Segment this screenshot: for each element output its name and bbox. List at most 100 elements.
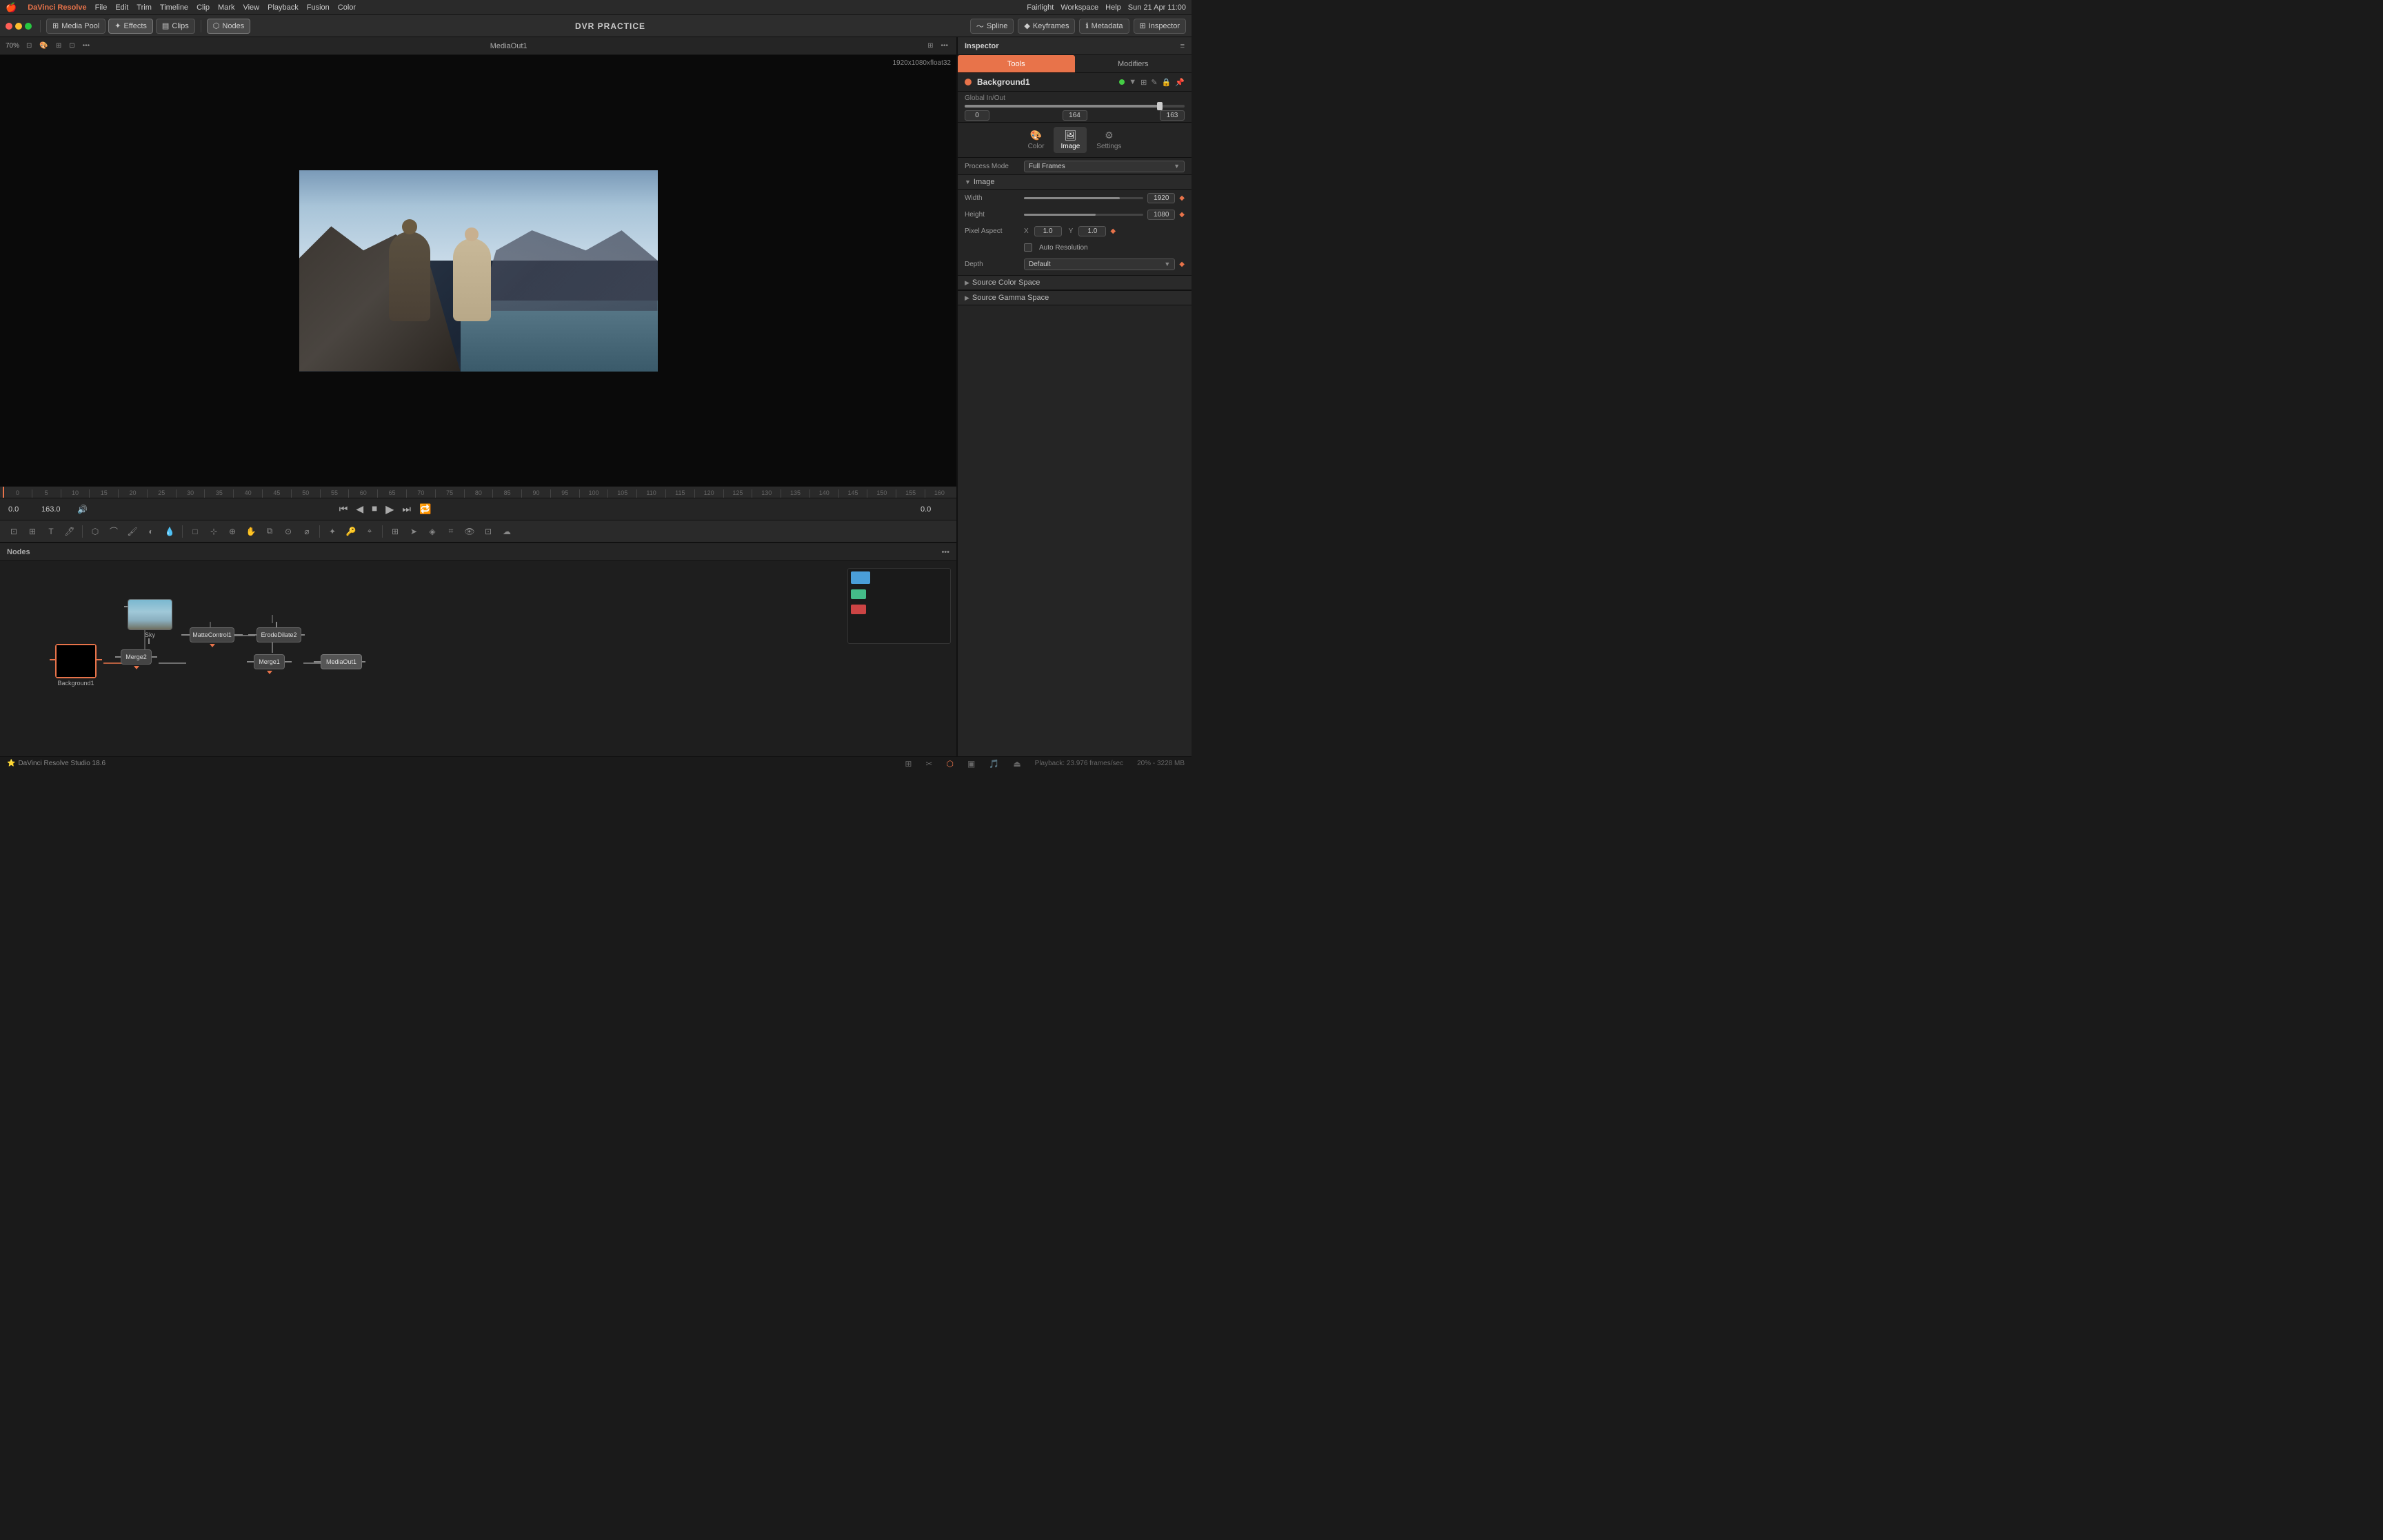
move-tool[interactable]: ⊹ bbox=[205, 523, 222, 540]
process-mode-dropdown[interactable]: Full Frames ▼ bbox=[1024, 161, 1185, 172]
bottom-icon-2[interactable]: ✂ bbox=[925, 759, 932, 769]
close-button[interactable] bbox=[6, 23, 12, 30]
node-mediaout1[interactable]: MediaOut1 bbox=[321, 654, 362, 669]
skip-to-start-button[interactable]: ⏮ bbox=[336, 502, 351, 516]
height-slider[interactable] bbox=[1024, 214, 1143, 216]
paint-tool[interactable]: 🖊 bbox=[61, 523, 78, 540]
particle-tool[interactable]: ✦ bbox=[324, 523, 341, 540]
node-edit-btn[interactable]: ✎ bbox=[1151, 78, 1157, 87]
viewer-more-btn[interactable]: ••• bbox=[80, 38, 93, 54]
width-slider[interactable] bbox=[1024, 197, 1143, 199]
crop-tool[interactable]: ⊡ bbox=[480, 523, 496, 540]
subtab-settings[interactable]: ⚙ Settings bbox=[1089, 127, 1128, 153]
node-sky[interactable]: Sky bbox=[128, 599, 172, 638]
path-tool[interactable]: ⌗ bbox=[443, 523, 459, 540]
step-back-button[interactable]: ◀ bbox=[353, 502, 366, 516]
source-color-header[interactable]: ▶ Source Color Space bbox=[958, 275, 1192, 290]
bottom-icon-4[interactable]: ▣ bbox=[967, 759, 975, 769]
skip-to-end-button[interactable]: ⏭ bbox=[399, 502, 414, 516]
global-val-start[interactable]: 0 bbox=[965, 110, 989, 121]
tracker-tool[interactable]: ⊙ bbox=[280, 523, 296, 540]
menu-view[interactable]: View bbox=[243, 3, 259, 12]
maximize-button[interactable] bbox=[25, 23, 32, 30]
menu-fairlight[interactable]: Fairlight bbox=[1027, 3, 1054, 12]
volume-button[interactable]: 🔊 bbox=[74, 503, 90, 516]
menu-fusion[interactable]: Fusion bbox=[307, 3, 330, 12]
arrow-tool[interactable]: ➤ bbox=[405, 523, 422, 540]
copy-tool[interactable]: ⧉ bbox=[261, 523, 278, 540]
menu-edit[interactable]: Edit bbox=[115, 3, 128, 12]
viewer-more-btn2[interactable]: ••• bbox=[938, 38, 951, 54]
viewer-layout-btn[interactable]: ⊞ bbox=[925, 38, 936, 54]
select-tool[interactable]: ⊡ bbox=[6, 523, 22, 540]
image-section-header[interactable]: ▼ Image bbox=[958, 174, 1192, 190]
play-button[interactable]: ▶ bbox=[383, 501, 396, 518]
polygon-tool[interactable]: ⬡ bbox=[87, 523, 103, 540]
bottom-icon-5[interactable]: 🎵 bbox=[989, 759, 999, 769]
menu-file[interactable]: File bbox=[95, 3, 108, 12]
nodes-more-button[interactable]: ••• bbox=[941, 548, 949, 556]
app-name[interactable]: DaVinci Resolve bbox=[28, 3, 86, 12]
hand-tool[interactable]: ✋ bbox=[243, 523, 259, 540]
width-input[interactable]: 1920 bbox=[1147, 193, 1175, 203]
node-background1[interactable]: Background1 bbox=[55, 644, 97, 687]
node-merge2[interactable]: Merge2 bbox=[121, 649, 152, 669]
menu-mark[interactable]: Mark bbox=[218, 3, 234, 12]
menu-workspace[interactable]: Workspace bbox=[1060, 3, 1098, 12]
eye-tool[interactable]: 👁 bbox=[461, 523, 478, 540]
menu-help[interactable]: Help bbox=[1105, 3, 1121, 12]
menu-trim[interactable]: Trim bbox=[137, 3, 152, 12]
gradient-tool[interactable]: ◐ bbox=[143, 523, 159, 540]
node-copy-btn[interactable]: ⊞ bbox=[1140, 78, 1147, 87]
keyer-tool[interactable]: 🔑 bbox=[343, 523, 359, 540]
viewer-safe-btn[interactable]: ⊡ bbox=[66, 38, 77, 54]
metadata-button[interactable]: ℹ Metadata bbox=[1079, 19, 1129, 34]
pixel-aspect-y[interactable]: 1.0 bbox=[1078, 226, 1106, 236]
brush-tool[interactable]: 🖌 bbox=[124, 523, 141, 540]
bottom-icon-1[interactable]: ⊞ bbox=[905, 759, 912, 769]
subtab-color[interactable]: 🎨 Color bbox=[1021, 127, 1052, 153]
menu-clip[interactable]: Clip bbox=[197, 3, 210, 12]
minimize-button[interactable] bbox=[15, 23, 22, 30]
zoom-tool[interactable]: ⊕ bbox=[224, 523, 241, 540]
env-tool[interactable]: ☁ bbox=[499, 523, 515, 540]
inspector-button[interactable]: ⊞ Inspector bbox=[1134, 19, 1186, 34]
node-merge1[interactable]: Merge1 bbox=[254, 654, 285, 674]
loop-button[interactable]: 🔁 bbox=[416, 502, 434, 516]
media-pool-button[interactable]: ⊞ Media Pool bbox=[46, 19, 105, 34]
clips-button[interactable]: ▤ Clips bbox=[156, 19, 195, 34]
menu-playback[interactable]: Playback bbox=[268, 3, 299, 12]
global-slider-thumb[interactable] bbox=[1157, 102, 1163, 110]
node-lock-btn[interactable]: 🔒 bbox=[1162, 78, 1172, 87]
source-gamma-header[interactable]: ▶ Source Gamma Space bbox=[958, 290, 1192, 305]
keyframes-button[interactable]: ◆ Keyframes bbox=[1018, 19, 1075, 34]
auto-res-checkbox[interactable] bbox=[1024, 243, 1032, 252]
viewer-fit-btn[interactable]: ⊡ bbox=[23, 38, 34, 54]
effects-button[interactable]: ✦ Effects bbox=[108, 19, 153, 34]
inspector-more-button[interactable]: ≡ bbox=[1180, 42, 1185, 50]
text-tool[interactable]: T bbox=[43, 523, 59, 540]
bspline-tool[interactable]: ⌒ bbox=[105, 523, 122, 540]
tab-tools[interactable]: Tools bbox=[958, 55, 1075, 72]
menu-color[interactable]: Color bbox=[338, 3, 356, 12]
bottom-icon-6[interactable]: ⏏ bbox=[1013, 759, 1020, 769]
nodes-button[interactable]: ⬡ Nodes bbox=[207, 19, 250, 34]
pixel-aspect-x[interactable]: 1.0 bbox=[1034, 226, 1062, 236]
bottom-icon-3[interactable]: ⬡ bbox=[947, 759, 954, 769]
node-pin-btn[interactable]: 📌 bbox=[1175, 78, 1185, 87]
global-slider-track[interactable] bbox=[965, 105, 1185, 108]
node-erodedilate2[interactable]: ErodeDilate2 bbox=[257, 627, 301, 642]
depth-dropdown[interactable]: Default ▼ bbox=[1024, 259, 1175, 270]
global-val-mid[interactable]: 164 bbox=[1063, 110, 1087, 121]
select-tool2[interactable]: ⊞ bbox=[24, 523, 41, 540]
playhead[interactable] bbox=[3, 487, 4, 498]
height-input[interactable]: 1080 bbox=[1147, 210, 1175, 220]
node-mattecontrol1[interactable]: MatteControl1 bbox=[190, 627, 234, 647]
magic-mask-tool[interactable]: 💧 bbox=[161, 523, 178, 540]
node-expand-btn[interactable]: ▼ bbox=[1129, 78, 1136, 86]
shape-tool[interactable]: ◈ bbox=[424, 523, 441, 540]
warp-tool[interactable]: ⌀ bbox=[299, 523, 315, 540]
subtab-image[interactable]: 🖼 Image bbox=[1054, 127, 1087, 153]
stereo-tool[interactable]: ⌖ bbox=[361, 523, 378, 540]
viewer-grid-btn[interactable]: ⊞ bbox=[53, 38, 64, 54]
